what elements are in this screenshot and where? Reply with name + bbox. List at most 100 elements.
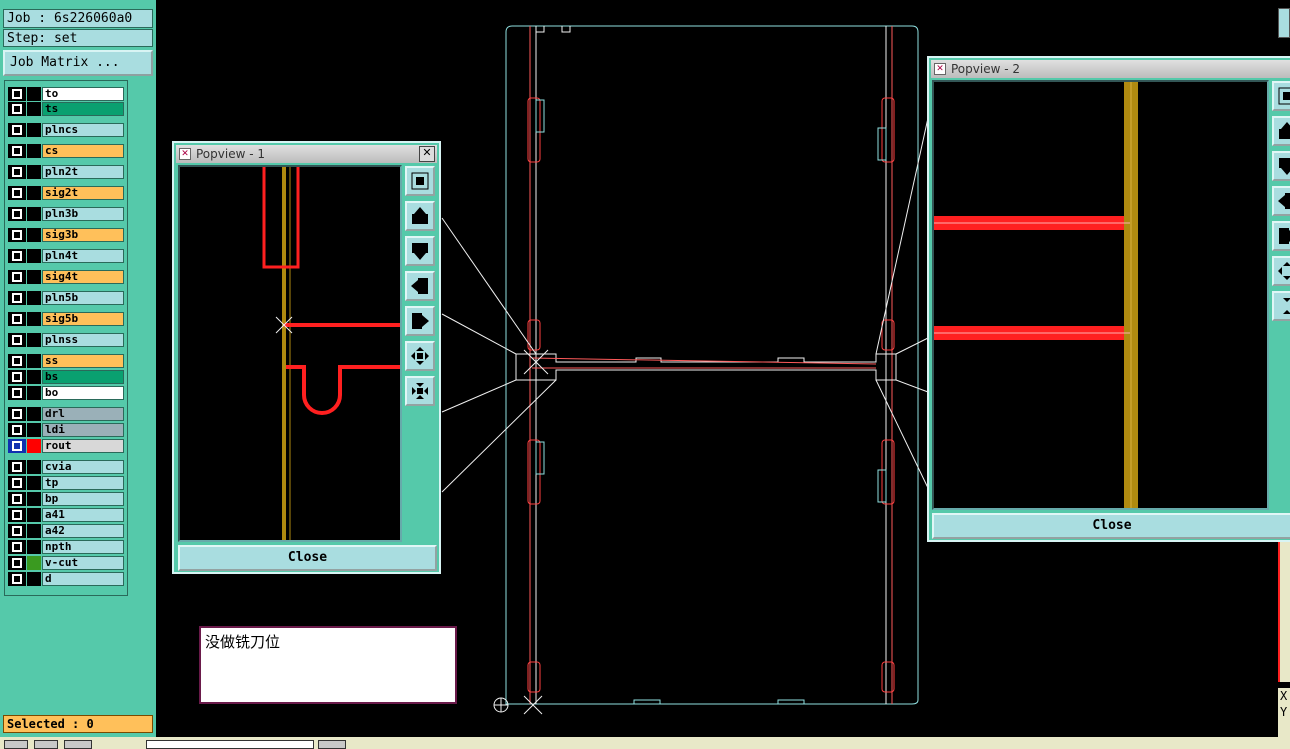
layer-color-swatch[interactable] [27,87,41,101]
layer-row-npth[interactable]: npth [5,539,127,555]
layer-name[interactable]: sig4t [42,270,124,284]
popview-2-titlebar[interactable]: ✕ Popview - 2 [931,60,1290,78]
layer-checkbox[interactable] [8,186,26,200]
zoom-in-icon[interactable] [1272,256,1290,286]
layer-name[interactable]: pln4t [42,249,124,263]
layer-color-swatch[interactable] [27,508,41,522]
layer-color-swatch[interactable] [27,228,41,242]
layer-checkbox[interactable] [8,508,26,522]
layer-color-swatch[interactable] [27,540,41,554]
layer-checkbox[interactable] [8,123,26,137]
layer-checkbox[interactable] [8,312,26,326]
layer-color-swatch[interactable] [27,249,41,263]
layer-row-ts[interactable]: ts [5,101,127,117]
layer-row-pln4t[interactable]: pln4t [5,248,127,264]
layer-color-swatch[interactable] [27,407,41,421]
layer-color-swatch[interactable] [27,333,41,347]
layer-name[interactable]: bo [42,386,124,400]
command-input[interactable] [146,740,314,749]
layer-row-ldi[interactable]: ldi [5,422,127,438]
popview-1-view[interactable] [178,165,402,542]
layer-checkbox[interactable] [8,165,26,179]
pan-down-icon[interactable] [1272,151,1290,181]
layer-name[interactable]: sig5b [42,312,124,326]
layer-color-swatch[interactable] [27,556,41,570]
layer-checkbox[interactable] [8,291,26,305]
popview-2-view[interactable] [932,80,1269,510]
bottom-tool-button[interactable] [64,740,92,749]
bottom-tool-button[interactable] [4,740,28,749]
layer-checkbox[interactable] [8,249,26,263]
layer-row-sig4t[interactable]: sig4t [5,269,127,285]
bottom-tool-button[interactable] [34,740,58,749]
layer-row-ss[interactable]: ss [5,353,127,369]
job-matrix-button[interactable]: Job Matrix ... [3,50,153,76]
layer-row-drl[interactable]: drl [5,406,127,422]
layer-row-plncs[interactable]: plncs [5,122,127,138]
layer-row-pln2t[interactable]: pln2t [5,164,127,180]
layer-row-tp[interactable]: tp [5,475,127,491]
pan-right-icon[interactable] [405,306,435,336]
layer-name[interactable]: ldi [42,423,124,437]
layer-color-swatch[interactable] [27,439,41,453]
layer-name[interactable]: bp [42,492,124,506]
layer-name[interactable]: plncs [42,123,124,137]
layer-row-sig2t[interactable]: sig2t [5,185,127,201]
right-toolbar-button[interactable] [1278,8,1290,38]
layer-name[interactable]: ts [42,102,124,116]
layer-row-cvia[interactable]: cvia [5,459,127,475]
layer-checkbox[interactable] [8,556,26,570]
layer-row-to[interactable]: to [5,86,127,102]
layer-checkbox[interactable] [8,207,26,221]
popview-1-close-icon[interactable]: ✕ [419,146,435,162]
layer-name[interactable]: npth [42,540,124,554]
layer-row-rout[interactable]: rout [5,438,127,454]
layer-row-pln3b[interactable]: pln3b [5,206,127,222]
layer-name[interactable]: a41 [42,508,124,522]
layer-checkbox[interactable] [8,476,26,490]
layer-checkbox[interactable] [8,102,26,116]
layer-color-swatch[interactable] [27,144,41,158]
layer-row-a41[interactable]: a41 [5,507,127,523]
layer-name[interactable]: plnss [42,333,124,347]
layer-name[interactable]: cvia [42,460,124,474]
layer-checkbox[interactable] [8,524,26,538]
layer-color-swatch[interactable] [27,270,41,284]
layer-row-v-cut[interactable]: v-cut [5,555,127,571]
layer-name[interactable]: rout [42,439,124,453]
popview-1-titlebar[interactable]: ✕ Popview - 1 ✕ [176,145,437,163]
layer-row-a42[interactable]: a42 [5,523,127,539]
layer-color-swatch[interactable] [27,102,41,116]
pan-right-icon[interactable] [1272,221,1290,251]
layer-color-swatch[interactable] [27,386,41,400]
layer-row-pln5b[interactable]: pln5b [5,290,127,306]
zoom-in-icon[interactable] [405,341,435,371]
layer-name[interactable]: to [42,87,124,101]
layer-name[interactable]: drl [42,407,124,421]
layer-color-swatch[interactable] [27,165,41,179]
layer-row-plnss[interactable]: plnss [5,332,127,348]
layer-checkbox[interactable] [8,572,26,586]
layer-checkbox[interactable] [8,270,26,284]
pan-up-icon[interactable] [405,201,435,231]
layer-name[interactable]: cs [42,144,124,158]
layer-color-swatch[interactable] [27,492,41,506]
pan-up-icon[interactable] [1272,116,1290,146]
layer-row-d[interactable]: d [5,571,127,587]
layer-color-swatch[interactable] [27,207,41,221]
pan-left-icon[interactable] [1272,186,1290,216]
layer-checkbox[interactable] [8,370,26,384]
layer-color-swatch[interactable] [27,123,41,137]
layer-color-swatch[interactable] [27,312,41,326]
layer-name[interactable]: d [42,572,124,586]
layer-checkbox[interactable] [8,423,26,437]
layer-color-swatch[interactable] [27,460,41,474]
layer-checkbox[interactable] [8,354,26,368]
layer-name[interactable]: v-cut [42,556,124,570]
layer-checkbox[interactable] [8,386,26,400]
layer-row-bo[interactable]: bo [5,385,127,401]
layer-checkbox[interactable] [8,460,26,474]
popview-1-close-button[interactable]: Close [178,545,437,571]
layer-row-bs[interactable]: bs [5,369,127,385]
layer-checkbox[interactable] [8,228,26,242]
